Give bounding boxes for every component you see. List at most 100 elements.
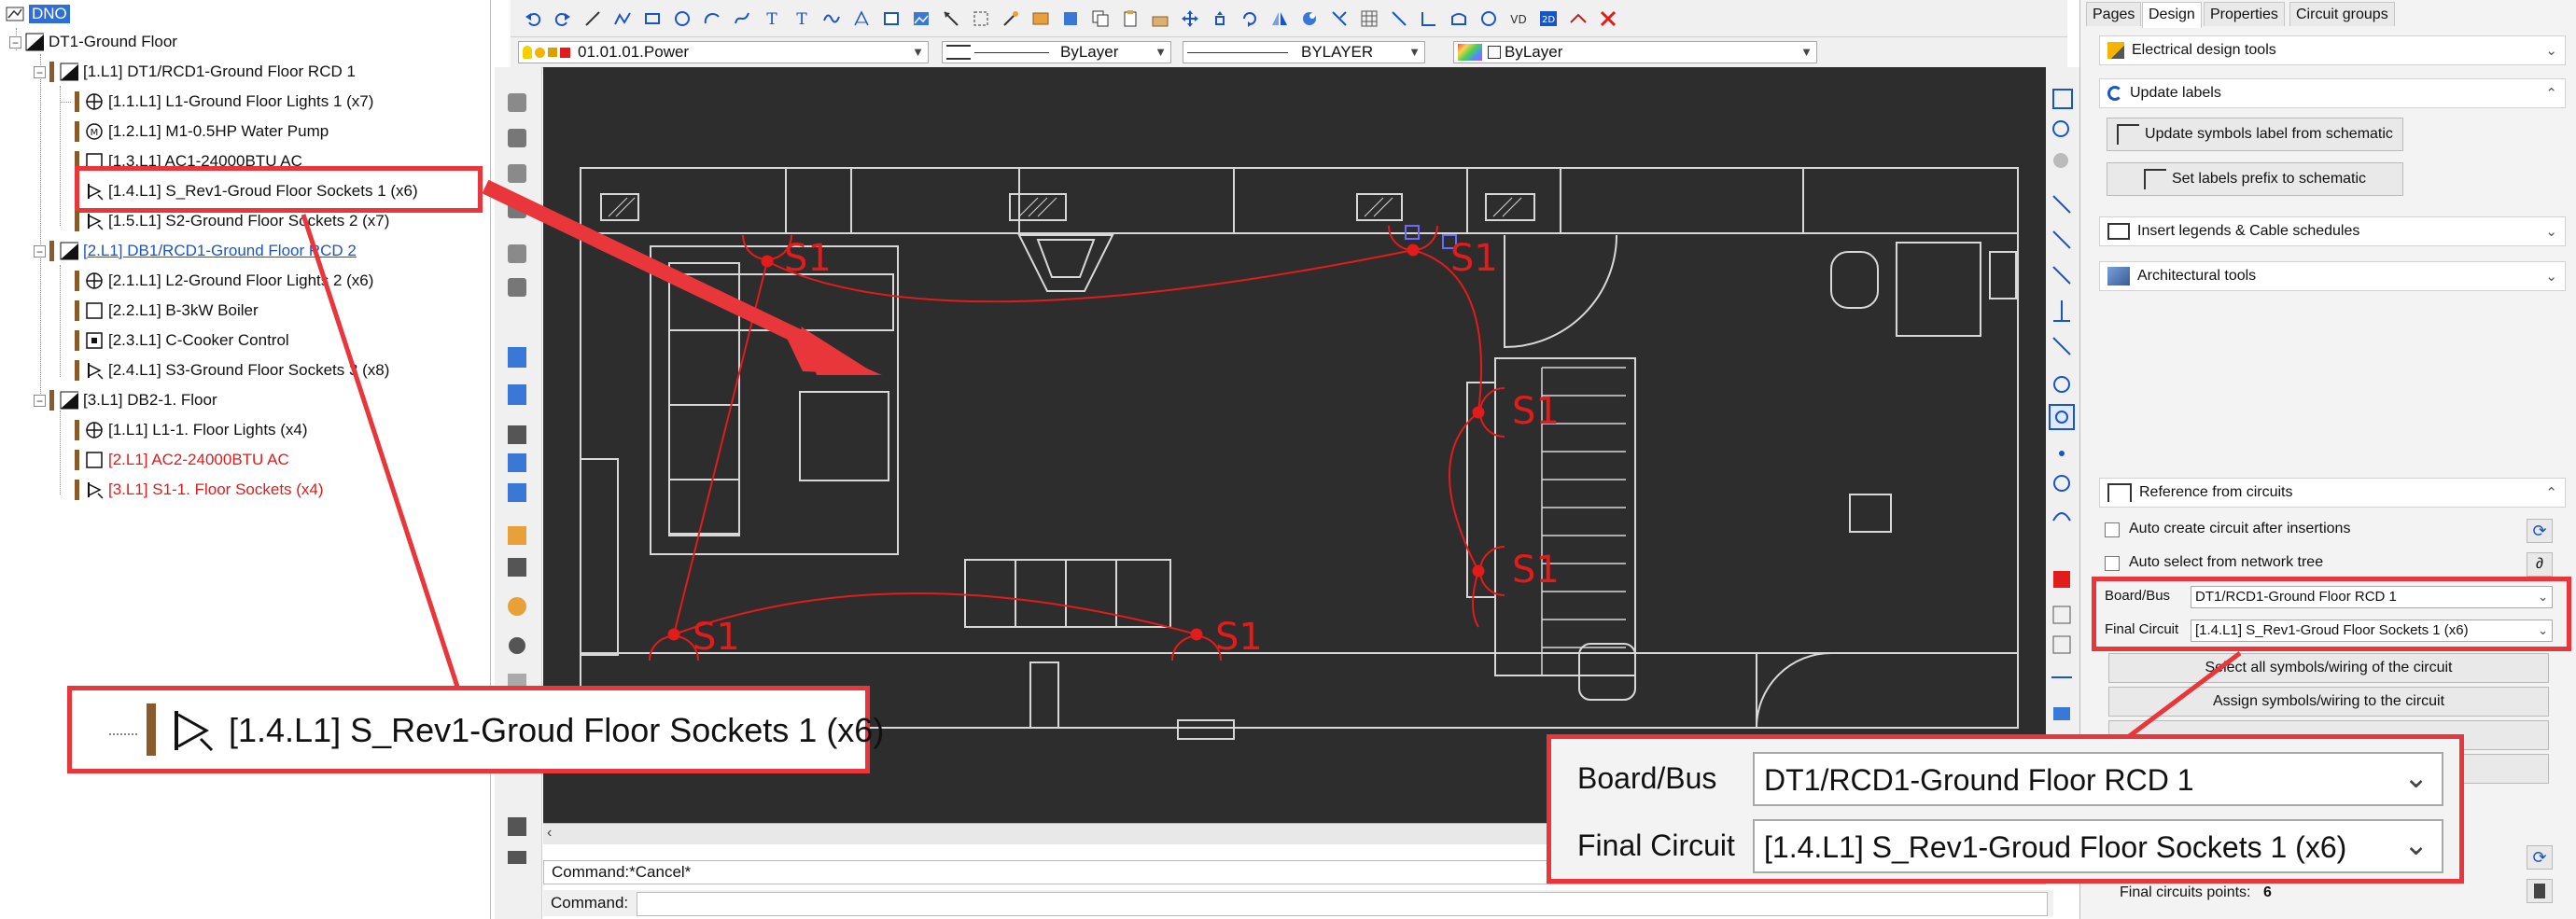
- chevron-up-icon[interactable]: ⌃: [2545, 85, 2557, 102]
- mirror-icon[interactable]: [1268, 7, 1291, 30]
- section-reference-from-circuits[interactable]: Reference from circuits ⌃: [2099, 478, 2566, 508]
- measure-icon[interactable]: [1567, 7, 1589, 30]
- chevron-up-icon[interactable]: ⌃: [2545, 484, 2557, 501]
- spline-icon[interactable]: [731, 7, 753, 30]
- select-window-icon[interactable]: [970, 7, 992, 30]
- line-icon[interactable]: [581, 7, 604, 30]
- chevron-down-icon[interactable]: ▼: [912, 45, 924, 59]
- circle-tool-icon[interactable]: [1477, 7, 1500, 30]
- section-insert-legends[interactable]: Insert legends & Cable schedules ⌄: [2099, 216, 2566, 246]
- 2d-view-icon[interactable]: 2D: [1537, 7, 1560, 30]
- collapse-icon[interactable]: −: [34, 394, 46, 407]
- tree-node-label: [1.L1] DT1/RCD1-Ground Floor RCD 1: [83, 63, 356, 80]
- tab-pages[interactable]: Pages: [2086, 2, 2142, 26]
- board-bus-label: Board/Bus: [2105, 588, 2171, 604]
- copy-icon[interactable]: [1089, 7, 1112, 30]
- chevron-down-icon[interactable]: ▼: [1800, 45, 1813, 59]
- tab-circuit-groups[interactable]: Circuit groups: [2289, 2, 2395, 26]
- rectangle-icon[interactable]: [641, 7, 664, 30]
- tab-design[interactable]: Design: [2142, 2, 2202, 28]
- chevron-down-icon[interactable]: ⌄: [2545, 223, 2557, 240]
- select-all-symbols-button[interactable]: Select all symbols/wiring of the circuit: [2108, 653, 2549, 683]
- tree-node-label: [3.L1] S1-1. Floor Sockets (x4): [108, 480, 324, 498]
- chevron-down-icon[interactable]: ⌄: [2538, 620, 2548, 641]
- tree-node-lights1[interactable]: [1.1.L1] L1-Ground Floor Lights 1 (x7): [54, 90, 373, 114]
- chevron-down-icon[interactable]: ▼: [1155, 45, 1167, 59]
- polyline-icon[interactable]: [611, 7, 634, 30]
- refresh-points-icon[interactable]: ⟳: [2527, 845, 2553, 870]
- hatch-icon[interactable]: [850, 7, 873, 30]
- magic-select-icon[interactable]: [1000, 7, 1022, 30]
- tree-node-floor-lights[interactable]: [1.L1] L1-1. Floor Lights (x4): [54, 418, 308, 442]
- pick-icon[interactable]: [940, 7, 962, 30]
- chevron-down-icon[interactable]: ⌄: [2545, 42, 2557, 59]
- circle-icon[interactable]: [671, 7, 693, 30]
- command-input[interactable]: [637, 892, 2048, 916]
- collapse-icon[interactable]: −: [34, 244, 46, 258]
- color-select[interactable]: ByLayer ▼: [1453, 41, 1817, 63]
- paste-icon[interactable]: [1119, 7, 1141, 30]
- tree-node-ac2[interactable]: [2.L1] AC2-24000BTU AC: [54, 448, 289, 472]
- dimension-icon[interactable]: [1388, 7, 1410, 30]
- section-electrical-design-tools[interactable]: Electrical design tools ⌄: [2099, 35, 2566, 65]
- update-symbols-button[interactable]: Update symbols label from schematic: [2107, 118, 2403, 151]
- shape-icon[interactable]: [1448, 7, 1470, 30]
- tree-node-sockets3[interactable]: [2.4.L1] S3-Ground Floor Sockets 3 (x8): [54, 358, 389, 383]
- scroll-left-icon[interactable]: ‹: [547, 825, 552, 842]
- redo-icon[interactable]: [552, 7, 574, 30]
- block-icon[interactable]: [880, 7, 903, 30]
- grid-icon[interactable]: [1358, 7, 1380, 30]
- auto-create-checkbox[interactable]: [2105, 522, 2120, 537]
- wave-icon[interactable]: [820, 7, 843, 30]
- assign-symbols-button[interactable]: Assign symbols/wiring to the circuit: [2108, 687, 2549, 717]
- tree-node-db2[interactable]: − [3.L1] DB2-1. Floor: [34, 388, 217, 412]
- tab-properties[interactable]: Properties: [2204, 2, 2285, 26]
- section-architectural-tools[interactable]: Architectural tools ⌄: [2099, 261, 2566, 291]
- tree-root-dno[interactable]: DNO: [6, 2, 70, 26]
- undo-icon[interactable]: [522, 7, 544, 30]
- tree-node-pump[interactable]: M [1.2.L1] M1-0.5HP Water Pump: [54, 119, 329, 144]
- tree-node-lights2[interactable]: [2.1.L1] L2-Ground Floor Lights 2 (x6): [54, 269, 373, 293]
- section-update-labels[interactable]: Update labels ⌃: [2099, 78, 2566, 108]
- collapse-icon[interactable]: −: [34, 65, 46, 78]
- refresh-circuits-icon[interactable]: ⟳: [2527, 519, 2553, 543]
- board-bus-select[interactable]: DT1/RCD1-Ground Floor RCD 1 ⌄: [2191, 586, 2553, 608]
- scale-icon[interactable]: [1298, 7, 1321, 30]
- tree-node-rcd2[interactable]: − [2.L1] DB1/RCD1-Ground Floor RCD 2: [34, 239, 357, 263]
- link-icon[interactable]: ∂: [2527, 552, 2553, 577]
- collapse-icon[interactable]: −: [9, 35, 21, 49]
- rotate-icon[interactable]: [1239, 7, 1261, 30]
- final-circuit-select[interactable]: [1.4.L1] S_Rev1-Groud Floor Sockets 1 (x…: [2191, 620, 2553, 642]
- socket-label: S1: [784, 237, 832, 280]
- fill-icon[interactable]: [1059, 7, 1082, 30]
- layer-select[interactable]: 01.01.01.Power ▼: [518, 41, 929, 63]
- mtext-icon[interactable]: T: [791, 7, 813, 30]
- move-icon[interactable]: [1179, 7, 1201, 30]
- auto-select-checkbox[interactable]: [2105, 556, 2120, 571]
- chevron-down-icon[interactable]: ⌄: [2538, 587, 2548, 607]
- section-title: Insert legends & Cable schedules: [2137, 223, 2360, 239]
- corner-icon[interactable]: [1418, 7, 1440, 30]
- arc-icon[interactable]: [701, 7, 723, 30]
- copy-move-icon[interactable]: [1209, 7, 1231, 30]
- tree-node-rcd1[interactable]: − [1.L1] DT1/RCD1-Ground Floor RCD 1: [34, 60, 356, 84]
- match-properties-icon[interactable]: [1149, 7, 1171, 30]
- chevron-down-icon[interactable]: ⌄: [2545, 268, 2557, 285]
- vd-icon[interactable]: VD: [1507, 7, 1530, 30]
- tree-node-boiler[interactable]: [2.2.L1] B-3kW Boiler: [54, 299, 259, 323]
- set-labels-prefix-button[interactable]: Set labels prefix to schematic: [2107, 162, 2403, 196]
- lineweight-select[interactable]: BYLAYER ▼: [1183, 41, 1425, 63]
- tree-node-floor-sockets[interactable]: [3.L1] S1-1. Floor Sockets (x4): [54, 478, 324, 502]
- tree-node-sockets2[interactable]: [1.5.L1] S2-Ground Floor Sockets 2 (x7): [54, 209, 389, 233]
- circuit-marker-icon: [75, 330, 79, 351]
- calculator-icon[interactable]: [2527, 879, 2553, 903]
- chevron-down-icon[interactable]: ▼: [1408, 45, 1421, 59]
- layer-icon[interactable]: [1029, 7, 1052, 30]
- image-icon[interactable]: [910, 7, 932, 30]
- trim-icon[interactable]: [1328, 7, 1351, 30]
- tree-node-cooker[interactable]: [2.3.L1] C-Cooker Control: [54, 328, 289, 353]
- cancel-icon[interactable]: [1597, 7, 1619, 30]
- tree-board-dt1[interactable]: − DT1-Ground Floor: [9, 30, 177, 54]
- linetype-select[interactable]: ByLayer ▼: [942, 41, 1171, 63]
- text-icon[interactable]: T: [761, 7, 783, 30]
